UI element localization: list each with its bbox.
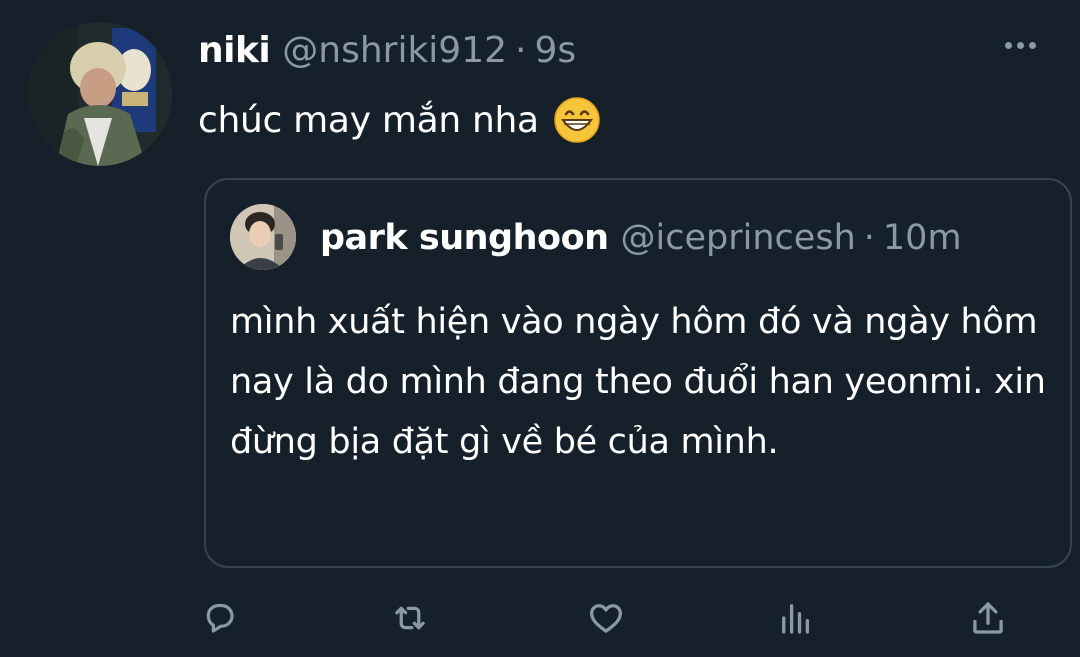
tweet-timestamp[interactable]: 9s (534, 30, 576, 71)
action-bar (198, 596, 1028, 640)
tweet-header: niki @nshriki912 · 9s (198, 30, 1080, 82)
tweet-text: chúc may mắn nha (198, 99, 539, 141)
analytics-icon[interactable] (774, 596, 818, 640)
author-handle[interactable]: @nshriki912 (282, 30, 507, 71)
quoted-author-name[interactable]: park sunghoon (320, 218, 609, 258)
share-icon[interactable] (966, 596, 1010, 640)
quoted-tweet[interactable]: park sunghoon @iceprincesh · 10m mình xu… (204, 178, 1072, 568)
retweet-icon[interactable] (388, 596, 432, 640)
grinning-face-emoji-icon (553, 96, 601, 144)
like-icon[interactable] (584, 596, 628, 640)
reply-icon[interactable] (198, 596, 242, 640)
quoted-tweet-text: mình xuất hiện vào ngày hôm đó và ngày h… (230, 302, 1046, 462)
more-options-icon[interactable] (1005, 42, 1036, 49)
quoted-author-handle[interactable]: @iceprincesh (621, 218, 856, 258)
separator-dot: · (515, 30, 527, 71)
author-avatar[interactable] (28, 22, 172, 166)
tweet[interactable]: niki @nshriki912 · 9s chúc may mắn nha p… (0, 0, 1080, 657)
quoted-tweet-timestamp[interactable]: 10m (883, 218, 962, 258)
tweet-text-row: chúc may mắn nha (198, 96, 1080, 144)
quoted-tweet-header: park sunghoon @iceprincesh · 10m (320, 218, 962, 258)
author-name[interactable]: niki (198, 30, 271, 71)
separator-dot: · (863, 218, 875, 258)
quoted-author-avatar[interactable] (230, 204, 296, 270)
